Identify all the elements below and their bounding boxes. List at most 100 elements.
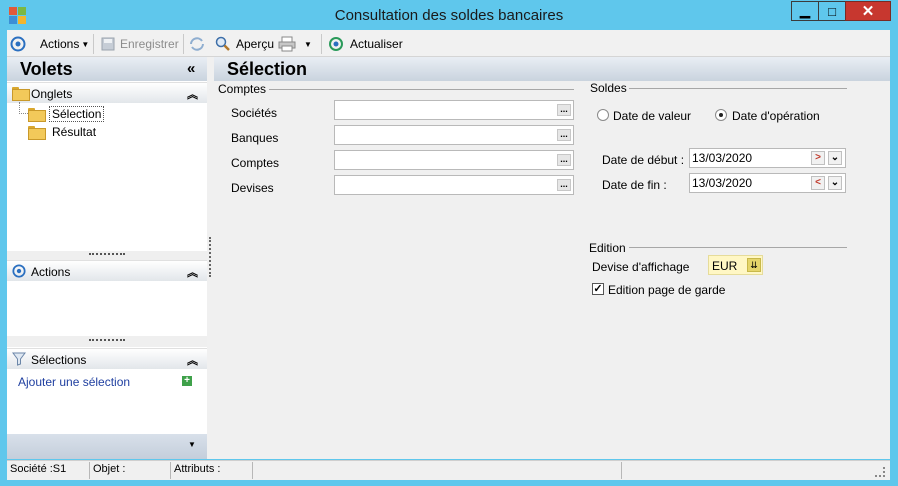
group-divider xyxy=(629,88,847,89)
currency-select[interactable]: EUR ⇊ xyxy=(708,255,763,275)
resize-grip-icon[interactable] xyxy=(875,467,885,477)
status-divider xyxy=(252,462,253,479)
tree-item-label: Sélection xyxy=(49,106,105,122)
browse-button[interactable]: ... xyxy=(557,104,571,116)
chevron-down-icon[interactable]: ⌄ xyxy=(828,176,842,190)
next-period-icon[interactable]: > xyxy=(811,151,825,165)
toolbar: Actions ▼ Enregistrer Aperçu ▼ Actualise… xyxy=(7,30,890,57)
close-button[interactable]: ✕ xyxy=(845,1,891,21)
refresh-label: Actualiser xyxy=(350,37,403,51)
status-divider xyxy=(170,462,171,479)
chevron-down-icon[interactable]: ▼ xyxy=(188,440,196,449)
toolbar-separator xyxy=(93,34,94,54)
section-header-actions[interactable]: Actions ︽ xyxy=(7,260,207,281)
tree-item-label: Résultat xyxy=(52,125,97,139)
tree-connector xyxy=(19,113,28,114)
end-date-value[interactable]: 13/03/2020 xyxy=(692,176,752,190)
cover-page-label[interactable]: Edition page de garde xyxy=(608,283,725,297)
radio-label-date-valeur[interactable]: Date de valeur xyxy=(613,109,691,123)
status-societe: Société :S1 xyxy=(10,463,67,475)
tree-item-selection[interactable]: Sélection xyxy=(28,106,105,122)
chevron-double-down-icon[interactable]: ⇊ xyxy=(747,258,761,272)
chevron-down-icon: ▼ xyxy=(304,39,312,49)
group-title-edition: Edition xyxy=(589,241,626,255)
browse-button[interactable]: ... xyxy=(557,179,571,191)
actions-icon xyxy=(10,36,26,52)
status-objet: Objet : xyxy=(93,463,126,475)
group-divider xyxy=(269,89,574,90)
status-divider xyxy=(621,462,622,479)
print-dropdown[interactable]: ▼ xyxy=(304,34,312,54)
save-button[interactable]: Enregistrer xyxy=(100,34,179,54)
add-icon[interactable]: + xyxy=(182,376,192,386)
previous-period-icon[interactable]: < xyxy=(811,176,825,190)
content-title: Sélection xyxy=(227,59,308,79)
filter-icon xyxy=(12,352,26,366)
panel-footer: ▼ xyxy=(7,434,207,459)
application-window: Consultation des soldes bancaires ▁ □ ✕ … xyxy=(0,0,898,486)
side-panel-title: Volets xyxy=(20,59,73,79)
radio-date-operation[interactable] xyxy=(715,109,727,121)
folder-open-icon xyxy=(28,108,46,122)
group-title-comptes: Comptes xyxy=(218,82,267,96)
radio-label-date-operation[interactable]: Date d'opération xyxy=(732,109,820,123)
add-selection-link[interactable]: Ajouter une sélection xyxy=(18,375,130,389)
societes-input[interactable]: ... xyxy=(334,100,574,120)
section-header-onglets[interactable]: Onglets ︽ xyxy=(7,82,207,103)
chevron-up-icon[interactable]: ︽ xyxy=(187,352,198,368)
section-label-onglets: Onglets xyxy=(31,87,73,101)
section-header-selections[interactable]: Sélections ︽ xyxy=(7,348,207,369)
actions-body xyxy=(7,281,207,336)
tree-item-resultat[interactable]: Résultat xyxy=(28,124,99,140)
window-title: Consultation des soldes bancaires xyxy=(334,7,564,24)
save-label: Enregistrer xyxy=(120,37,179,51)
radio-date-valeur[interactable] xyxy=(597,109,609,121)
vertical-splitter[interactable] xyxy=(209,237,211,277)
splitter-grip[interactable] xyxy=(89,339,125,342)
actions-icon xyxy=(12,264,26,278)
minimize-button[interactable]: ▁ xyxy=(791,1,819,21)
field-label-devise-affichage: Devise d'affichage xyxy=(592,260,690,274)
collapse-panel-icon[interactable]: « xyxy=(187,60,195,77)
chevron-up-icon[interactable]: ︽ xyxy=(187,86,198,102)
title-bar[interactable]: Consultation des soldes bancaires ▁ □ ✕ xyxy=(0,0,898,30)
start-date-value[interactable]: 13/03/2020 xyxy=(692,151,752,165)
maximize-button[interactable]: □ xyxy=(818,1,846,21)
printer-icon xyxy=(278,36,296,52)
actions-menu[interactable]: Actions ▼ xyxy=(10,34,89,54)
print-button[interactable] xyxy=(278,34,296,54)
folder-icon xyxy=(28,126,46,140)
preview-label: Aperçu xyxy=(236,37,275,51)
side-panel-header: Volets « xyxy=(7,57,207,81)
field-label-comptes: Comptes xyxy=(231,156,280,170)
end-date-picker[interactable]: 13/03/2020 < ⌄ xyxy=(689,173,846,193)
browse-button[interactable]: ... xyxy=(557,129,571,141)
section-label-selections: Sélections xyxy=(31,353,87,367)
start-date-picker[interactable]: 13/03/2020 > ⌄ xyxy=(689,148,846,168)
banques-input[interactable]: ... xyxy=(334,125,574,145)
currency-value: EUR xyxy=(712,259,738,273)
tree-connector xyxy=(19,102,20,114)
side-panel: Volets « Onglets ︽ Sélection Résultat Ac… xyxy=(7,57,207,459)
splitter-grip[interactable] xyxy=(89,253,125,256)
chevron-down-icon: ▼ xyxy=(81,39,90,49)
refresh-button[interactable]: Actualiser xyxy=(328,34,403,54)
cover-page-checkbox[interactable]: ✓ xyxy=(592,283,604,295)
field-label-banques: Banques xyxy=(231,131,279,145)
comptes-input[interactable]: ... xyxy=(334,150,574,170)
group-divider xyxy=(629,247,847,248)
refresh-icon xyxy=(329,37,343,51)
chevron-down-icon[interactable]: ⌄ xyxy=(828,151,842,165)
folder-icon xyxy=(12,87,30,101)
browse-button[interactable]: ... xyxy=(557,154,571,166)
sync-icon xyxy=(190,37,204,51)
preview-button[interactable]: Aperçu xyxy=(215,34,274,54)
sync-button[interactable] xyxy=(189,34,205,54)
status-bar: Société :S1 Objet : Attributs : xyxy=(7,460,890,480)
field-label-societes: Sociétés xyxy=(231,106,278,120)
field-label-date-fin: Date de fin : xyxy=(602,178,667,192)
devises-input[interactable]: ... xyxy=(334,175,574,195)
status-divider xyxy=(89,462,90,479)
chevron-up-icon[interactable]: ︽ xyxy=(187,264,198,280)
actions-label: Actions xyxy=(40,37,80,51)
